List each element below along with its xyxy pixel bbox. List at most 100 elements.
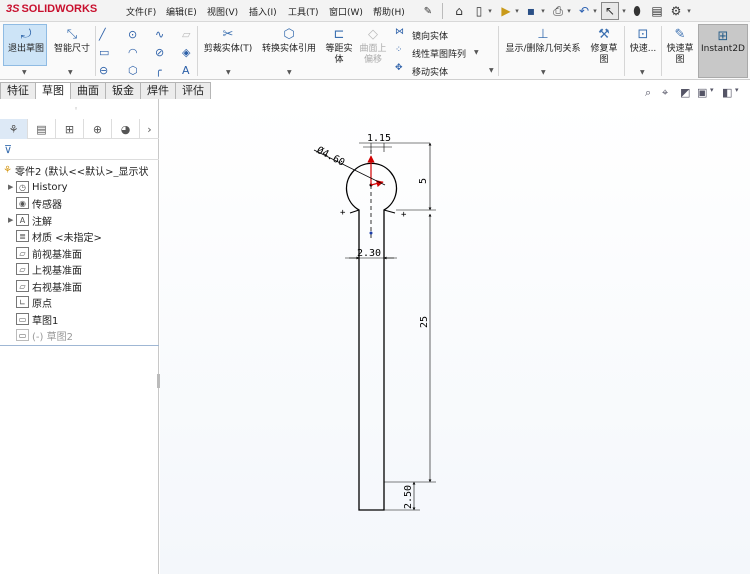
view-orientation-icon[interactable]: ▣ <box>697 86 707 99</box>
menu-tools[interactable]: 工具(T) <box>288 5 319 18</box>
instant2d-button[interactable]: ⊞ Instant2D <box>698 24 748 78</box>
chevron-down-icon[interactable]: ▾ <box>539 2 547 20</box>
tree-item[interactable]: ▱ 右视基准面 <box>4 278 82 294</box>
chevron-down-icon[interactable]: ▾ <box>513 2 521 20</box>
panel-grip[interactable]: ◦ <box>74 105 78 113</box>
config-manager-tab-icon[interactable]: ⊞ <box>56 119 84 139</box>
file-props-icon[interactable]: ▤ <box>648 2 666 20</box>
feature-tree-tab-icon[interactable]: ⚘ <box>0 119 28 139</box>
trim-entities-button[interactable]: ✂ 剪裁实体(T) <box>200 26 256 55</box>
tree-item-label: 注解 <box>32 216 52 228</box>
plane-grayed-icon: ▱ <box>182 28 191 41</box>
circle-icon[interactable]: ⊙ <box>128 28 137 41</box>
chevron-down-icon[interactable]: ▼ <box>68 69 73 76</box>
exit-sketch-label-wrap[interactable]: ⤾ 退出草图 <box>4 26 48 55</box>
tree-item[interactable]: ▭ 草图1 <box>4 311 58 327</box>
tree-item[interactable]: ▱ 前视基准面 <box>4 245 82 261</box>
tab-sketch[interactable]: 草图 <box>35 82 71 99</box>
chevron-down-icon[interactable]: ▾ <box>710 86 714 94</box>
select-icon[interactable]: ↖ <box>601 2 619 20</box>
zoom-area-icon[interactable]: ⌖ <box>662 86 668 100</box>
filter-icon[interactable]: ⊽ <box>4 143 12 156</box>
tree-item[interactable]: ◉ 传感器 <box>4 195 62 211</box>
tab-evaluate[interactable]: 评估 <box>175 82 211 99</box>
move-entities-button[interactable]: 移动实体 <box>412 65 448 78</box>
chevron-down-icon[interactable]: ▾ <box>685 2 693 20</box>
tab-sheet-metal[interactable]: 钣金 <box>105 82 141 99</box>
chevron-down-icon[interactable]: ▾ <box>620 2 628 20</box>
tree-item[interactable]: ▱ 上视基准面 <box>4 261 82 277</box>
convert-entities-button[interactable]: ⬡ 转换实体引用 <box>258 26 320 55</box>
tree-item[interactable]: ▭ (-) 草图2 <box>4 327 73 343</box>
expand-arrow-icon[interactable]: ▶ <box>8 183 16 191</box>
section-view-icon[interactable]: ◩ <box>680 86 690 99</box>
chevron-down-icon[interactable]: ▾ <box>591 2 599 20</box>
point-icon[interactable]: ◈ <box>182 46 190 59</box>
polygon-icon[interactable]: ⬡ <box>128 64 138 77</box>
arc-icon[interactable]: ◠ <box>128 46 138 59</box>
menu-window[interactable]: 窗口(W) <box>329 5 363 18</box>
chevron-down-icon[interactable]: ▼ <box>640 69 645 76</box>
tab-weldments[interactable]: 焊件 <box>140 82 176 99</box>
solidworks-logo[interactable]: 3S SOLIDWORKS <box>6 3 97 15</box>
offset-label: 等距实体 <box>325 44 353 65</box>
quick-snaps-button[interactable]: ⊡ 快速... <box>626 26 660 55</box>
options-gear-icon[interactable]: ⚙ <box>667 2 685 20</box>
chevron-down-icon[interactable]: ▼ <box>287 69 292 76</box>
display-delete-relations-button[interactable]: ⊥ 显示/删除几何关系 <box>500 26 586 55</box>
menu-edit[interactable]: 编辑(E) <box>166 5 197 18</box>
tree-item[interactable]: ≣ 材质 <未指定> <box>4 228 102 244</box>
tree-item[interactable]: ▶ ◷ History <box>4 179 68 195</box>
history-icon: ◷ <box>16 181 29 193</box>
text-icon[interactable]: A <box>182 64 190 77</box>
mirror-icon[interactable]: ⋈ <box>395 27 404 37</box>
menu-view[interactable]: 视图(V) <box>207 5 238 18</box>
chevron-down-icon[interactable]: ▼ <box>541 69 546 76</box>
rapid-sketch-button[interactable]: ✎ 快速草图 <box>663 26 697 66</box>
chevron-down-icon[interactable]: ▾ <box>486 2 494 20</box>
menu-help[interactable]: 帮助(H) <box>373 5 405 18</box>
offset-on-surface-button: ◇ 曲面上偏移 <box>358 26 388 66</box>
offset-entities-button[interactable]: ⊏ 等距实体 <box>322 26 356 66</box>
line-icon[interactable]: ╱ <box>99 28 106 41</box>
zoom-fit-icon[interactable]: ⌕ <box>645 86 651 100</box>
tab-surfaces[interactable]: 曲面 <box>70 82 106 99</box>
tree-item[interactable]: ▶ A 注解 <box>4 212 52 228</box>
traffic-light-icon[interactable]: ⬮ <box>628 2 646 20</box>
home-icon[interactable]: ⌂ <box>450 2 468 20</box>
repair-sketch-button[interactable]: ⚒ 修复草图 <box>586 26 622 66</box>
tab-features[interactable]: 特征 <box>0 82 36 99</box>
origin-point <box>369 231 373 235</box>
chevron-down-icon[interactable]: ▼ <box>489 67 494 74</box>
fillet-icon[interactable]: ╭ <box>155 64 162 77</box>
smart-dimension-button[interactable]: ⤡ 智能尺寸 <box>50 26 94 55</box>
chevron-right-icon[interactable]: › <box>140 119 159 139</box>
chevron-down-icon[interactable]: ▾ <box>565 2 573 20</box>
ellipse-icon[interactable]: ⊘ <box>155 46 164 59</box>
mirror-entities-button[interactable]: 镜向实体 <box>412 29 448 42</box>
move-icon[interactable]: ✥ <box>395 63 403 73</box>
chevron-down-icon[interactable]: ▼ <box>474 49 479 56</box>
graphics-area[interactable]: + + Ø4.60 1.15 5 2.30 25 2.50 <box>160 99 750 574</box>
chevron-down-icon[interactable]: ▾ <box>735 86 739 94</box>
menu-insert[interactable]: 插入(I) <box>249 5 277 18</box>
display-style-icon[interactable]: ◧ <box>722 86 732 99</box>
rectangle-icon[interactable]: ▭ <box>99 46 109 59</box>
slot-icon[interactable]: ⊖ <box>99 64 108 77</box>
spline-icon[interactable]: ∿ <box>155 28 164 41</box>
trim-label: 剪裁实体(T) <box>203 44 253 54</box>
linear-pattern-button[interactable]: 线性草图阵列 <box>412 47 466 60</box>
dimxpert-tab-icon[interactable]: ⊕ <box>84 119 112 139</box>
title-bar: 3S SOLIDWORKS 文件(F) 编辑(E) 视图(V) 插入(I) 工具(… <box>0 0 750 22</box>
pin-icon[interactable]: ✎ <box>419 2 437 20</box>
chevron-down-icon[interactable]: ▼ <box>226 69 231 76</box>
property-manager-tab-icon[interactable]: ▤ <box>28 119 56 139</box>
expand-arrow-icon[interactable]: ▶ <box>8 216 16 224</box>
display-manager-tab-icon[interactable]: ◕ <box>112 119 140 139</box>
chevron-down-icon[interactable]: ▼ <box>22 69 27 76</box>
tree-root-part[interactable]: ⚘ 零件2 (默认<<默认>_显示状 <box>3 163 159 178</box>
linear-pattern-icon[interactable]: ⁘ <box>395 45 403 55</box>
menu-file[interactable]: 文件(F) <box>126 5 156 18</box>
tree-item[interactable]: ∟ 原点 <box>4 294 52 310</box>
save-icon[interactable]: ▪ <box>522 2 540 20</box>
